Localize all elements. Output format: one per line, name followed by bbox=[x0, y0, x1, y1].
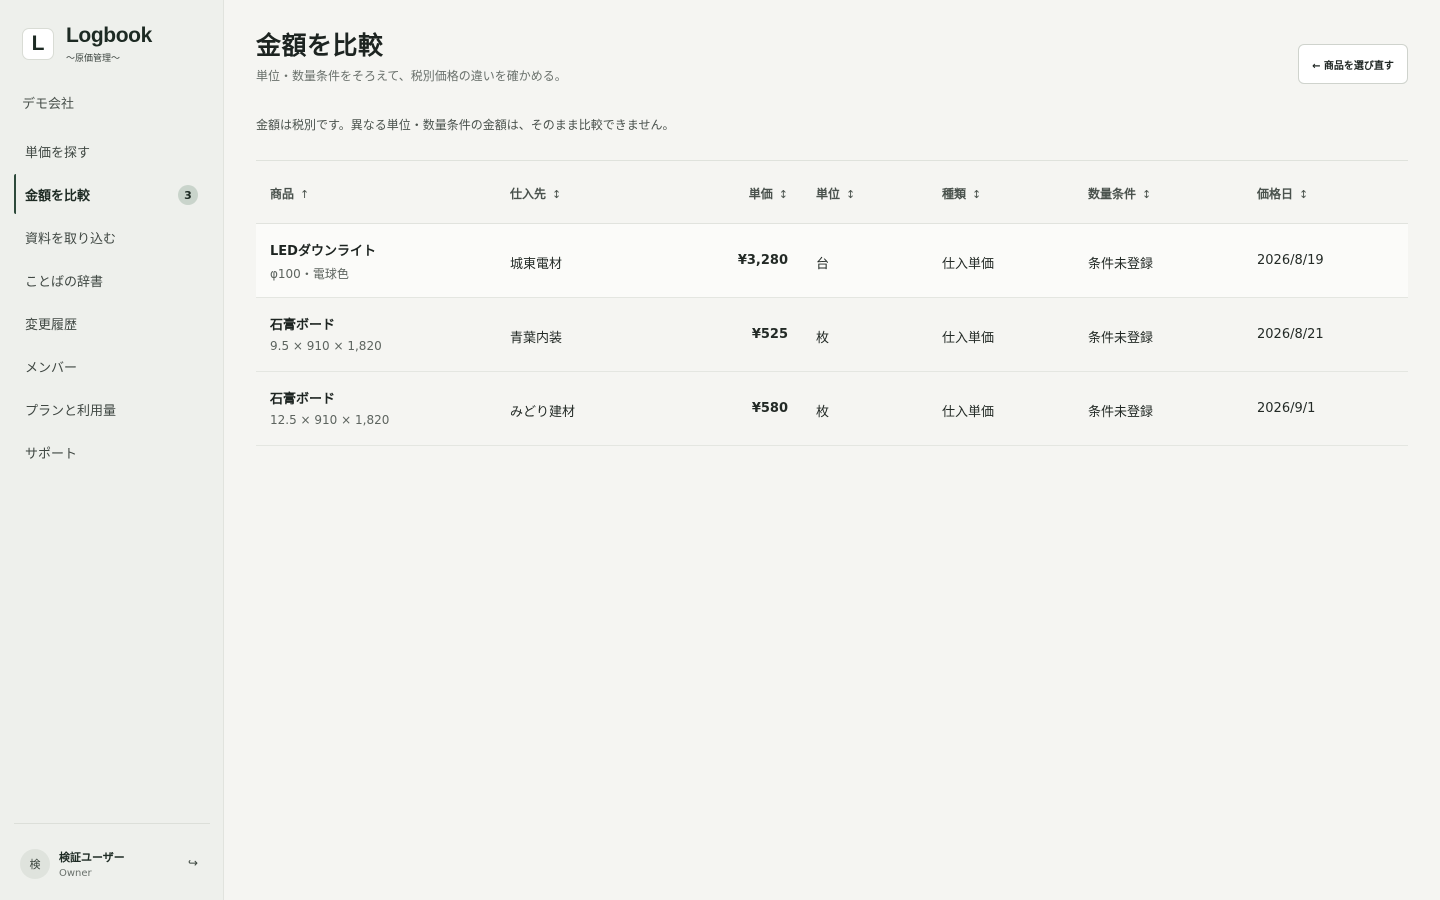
logout-icon[interactable]: ↪ bbox=[188, 856, 198, 870]
sidebar-item-history[interactable]: 変更履歴 bbox=[14, 303, 210, 343]
table-header: 商品 ↑ 仕入先 ↕ 単価 ↕ 単位 ↕ 種類 ↕ 数量条件 ↕ 価格日 ↕ bbox=[256, 161, 1408, 224]
sidebar-item-dictionary[interactable]: ことばの辞書 bbox=[14, 260, 210, 300]
unit-cell: 枚 bbox=[816, 331, 830, 346]
supplier-cell: 城東電材 bbox=[510, 257, 563, 272]
header-price[interactable]: 単価 ↕ bbox=[749, 185, 788, 202]
sidebar-nav: 単価を探す 金額を比較 3 資料を取り込む ことばの辞書 変更履歴 メンバー プ… bbox=[14, 131, 210, 475]
main-content: 金額を比較 単位・数量条件をそろえて、税別価格の違いを確かめる。 ← 商品を選び… bbox=[256, 0, 1408, 900]
price-cell: ¥580 bbox=[751, 401, 788, 416]
sort-icon: ↕ bbox=[778, 188, 788, 201]
header-supplier[interactable]: 仕入先 ↕ bbox=[510, 185, 561, 202]
sidebar-item-import[interactable]: 資料を取り込む bbox=[14, 217, 210, 257]
user-panel: 検 検証ユーザー Owner ↪ bbox=[20, 848, 204, 880]
header-price-label: 単価 bbox=[748, 187, 773, 201]
quantity-cell: 条件未登録 bbox=[1088, 257, 1154, 272]
kind-cell: 仕入単価 bbox=[942, 257, 995, 272]
sort-icon: ↕ bbox=[846, 188, 856, 201]
header-date-label: 価格日 bbox=[1257, 187, 1294, 201]
comparison-table: 商品 ↑ 仕入先 ↕ 単価 ↕ 単位 ↕ 種類 ↕ 数量条件 ↕ 価格日 ↕ LEDダウンライ… bbox=[256, 160, 1408, 446]
header-supplier-label: 仕入先 bbox=[510, 187, 547, 201]
supplier-cell: 青葉内装 bbox=[510, 331, 563, 346]
organization-name: デモ会社 bbox=[22, 97, 75, 112]
product-spec: φ100・電球色 bbox=[270, 267, 349, 281]
header-kind-label: 種類 bbox=[942, 187, 967, 201]
sort-icon: ↕ bbox=[1299, 188, 1309, 201]
header-unit-label: 単位 bbox=[816, 187, 841, 201]
header-quantity[interactable]: 数量条件 ↕ bbox=[1088, 185, 1151, 202]
table-row[interactable]: 石膏ボード 9.5 × 910 × 1,820 青葉内装 ¥525 枚 仕入単価… bbox=[256, 298, 1408, 372]
product-name: LEDダウンライト bbox=[270, 244, 376, 259]
page-title: 金額を比較 bbox=[256, 31, 384, 60]
product-spec: 12.5 × 910 × 1,820 bbox=[270, 413, 390, 427]
sort-icon: ↕ bbox=[552, 188, 562, 201]
tax-note: 金額は税別です。異なる単位・数量条件の金額は、そのまま比較できません。 bbox=[256, 118, 675, 132]
sidebar-item-label: 変更履歴 bbox=[25, 317, 78, 333]
sidebar-divider bbox=[14, 823, 210, 824]
sidebar-item-label: メンバー bbox=[25, 360, 78, 376]
sidebar-item-label: ことばの辞書 bbox=[25, 274, 104, 290]
sidebar-item-support[interactable]: サポート bbox=[14, 432, 210, 472]
sidebar-item-search-price[interactable]: 単価を探す bbox=[14, 131, 210, 171]
table-row[interactable]: 石膏ボード 12.5 × 910 × 1,820 みどり建材 ¥580 枚 仕入… bbox=[256, 372, 1408, 446]
brand-subtitle: 〜原価管理〜 bbox=[66, 54, 121, 64]
sidebar: L Logbook 〜原価管理〜 デモ会社 単価を探す 金額を比較 3 資料を取… bbox=[0, 0, 224, 900]
brand-name: Logbook bbox=[66, 24, 152, 47]
reselect-products-button[interactable]: ← 商品を選び直す bbox=[1298, 44, 1408, 84]
sidebar-item-label: 金額を比較 bbox=[25, 188, 91, 204]
unit-cell: 枚 bbox=[816, 405, 830, 420]
sidebar-item-plan[interactable]: プランと利用量 bbox=[14, 389, 210, 429]
date-cell: 2026/9/1 bbox=[1257, 401, 1316, 416]
header-product[interactable]: 商品 ↑ bbox=[270, 185, 309, 202]
product-spec: 9.5 × 910 × 1,820 bbox=[270, 339, 382, 353]
page-subtitle: 単位・数量条件をそろえて、税別価格の違いを確かめる。 bbox=[256, 69, 567, 83]
sort-icon: ↕ bbox=[1142, 188, 1152, 201]
compare-count-badge: 3 bbox=[178, 185, 198, 205]
header-product-label: 商品 bbox=[270, 187, 295, 201]
product-name: 石膏ボード bbox=[270, 318, 336, 333]
avatar: 検 bbox=[20, 849, 50, 879]
sidebar-item-label: プランと利用量 bbox=[25, 403, 117, 419]
user-role: Owner bbox=[59, 868, 92, 879]
header-unit[interactable]: 単位 ↕ bbox=[816, 185, 855, 202]
header-quantity-label: 数量条件 bbox=[1088, 187, 1137, 201]
kind-cell: 仕入単価 bbox=[942, 405, 995, 420]
product-name: 石膏ボード bbox=[270, 392, 336, 407]
quantity-cell: 条件未登録 bbox=[1088, 405, 1154, 420]
date-cell: 2026/8/21 bbox=[1257, 327, 1324, 342]
header-date[interactable]: 価格日 ↕ bbox=[1257, 185, 1308, 202]
price-cell: ¥525 bbox=[751, 327, 788, 342]
unit-cell: 台 bbox=[816, 257, 830, 272]
sidebar-item-label: 単価を探す bbox=[25, 145, 91, 161]
header-kind[interactable]: 種類 ↕ bbox=[942, 185, 981, 202]
brand[interactable]: L Logbook 〜原価管理〜 bbox=[22, 24, 152, 64]
supplier-cell: みどり建材 bbox=[510, 405, 576, 420]
sidebar-item-label: サポート bbox=[25, 446, 78, 462]
sidebar-item-label: 資料を取り込む bbox=[25, 231, 117, 247]
logo-icon: L bbox=[22, 28, 54, 60]
user-name: 検証ユーザー bbox=[59, 851, 125, 864]
sidebar-item-members[interactable]: メンバー bbox=[14, 346, 210, 386]
sidebar-item-compare[interactable]: 金額を比較 3 bbox=[14, 174, 210, 214]
quantity-cell: 条件未登録 bbox=[1088, 331, 1154, 346]
table-row[interactable]: LEDダウンライト φ100・電球色 城東電材 ¥3,280 台 仕入単価 条件… bbox=[256, 224, 1408, 298]
date-cell: 2026/8/19 bbox=[1257, 253, 1324, 268]
sort-asc-icon: ↑ bbox=[300, 188, 310, 201]
kind-cell: 仕入単価 bbox=[942, 331, 995, 346]
sort-icon: ↕ bbox=[972, 188, 982, 201]
price-cell: ¥3,280 bbox=[737, 253, 788, 268]
